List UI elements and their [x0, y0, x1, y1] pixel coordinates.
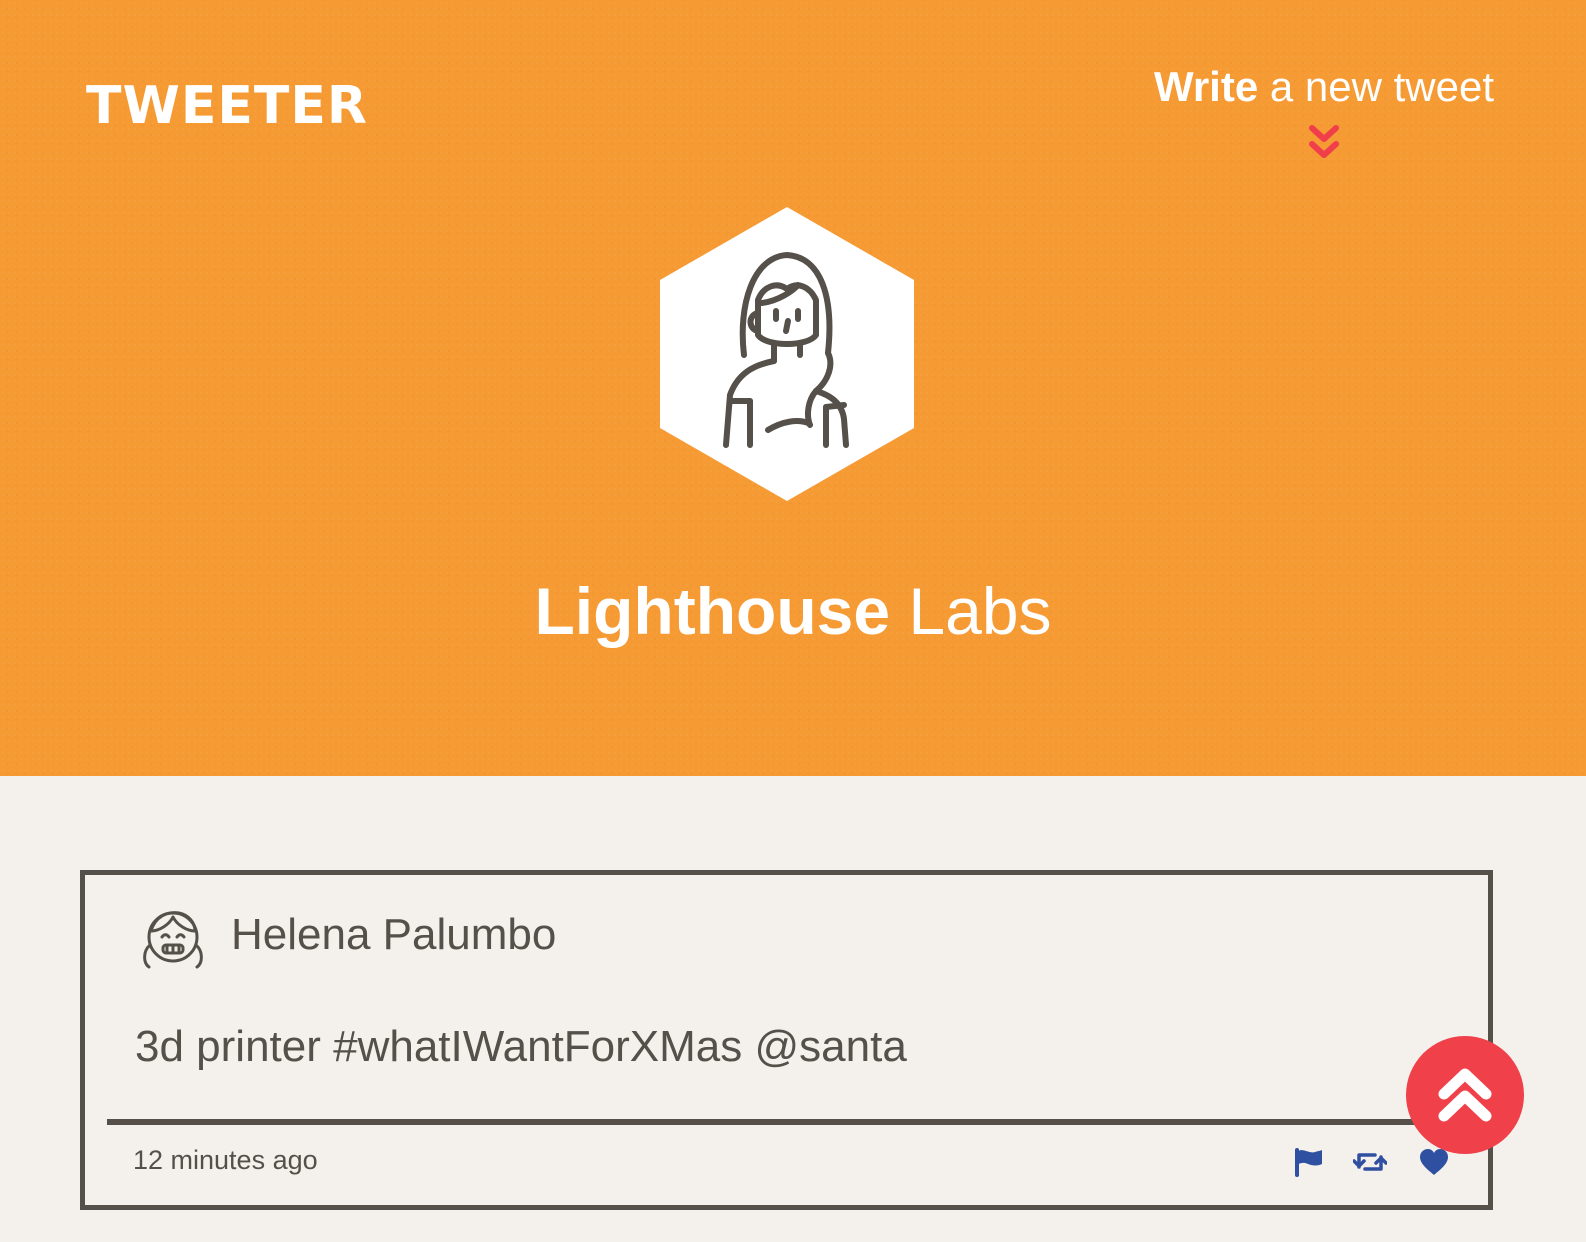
tweet-card: Helena Palumbo 3d printer #whatIWantForX… — [80, 870, 1493, 1210]
double-chevron-down-icon[interactable] — [1306, 124, 1342, 164]
scroll-to-top-button[interactable] — [1406, 1036, 1524, 1154]
page-header: TWEETER Write a new tweet Lighthouse Lab… — [0, 0, 1586, 776]
brand-logo[interactable]: TWEETER — [86, 80, 368, 132]
tweet-divider — [107, 1119, 1471, 1125]
flag-icon[interactable] — [1291, 1147, 1325, 1177]
girl-avatar-icon — [143, 911, 203, 969]
compose-label-light: a new tweet — [1258, 63, 1494, 110]
tweet-text: 3d printer #whatIWantForXMas @santa — [135, 1022, 907, 1071]
profile-name-strong: Lighthouse — [534, 574, 891, 648]
double-chevron-up-icon — [1438, 1068, 1492, 1122]
compose-tweet-link[interactable]: Write a new tweet — [1154, 66, 1494, 108]
retweet-icon[interactable] — [1353, 1147, 1387, 1177]
tweet-author[interactable]: Helena Palumbo — [231, 913, 556, 957]
compose-label-strong: Write — [1153, 63, 1259, 110]
profile-name-light: Labs — [890, 574, 1052, 648]
woman-avatar-icon — [660, 207, 914, 501]
profile-name: Lighthouse Labs — [0, 578, 1586, 644]
tweet-timestamp: 12 minutes ago — [133, 1145, 318, 1175]
